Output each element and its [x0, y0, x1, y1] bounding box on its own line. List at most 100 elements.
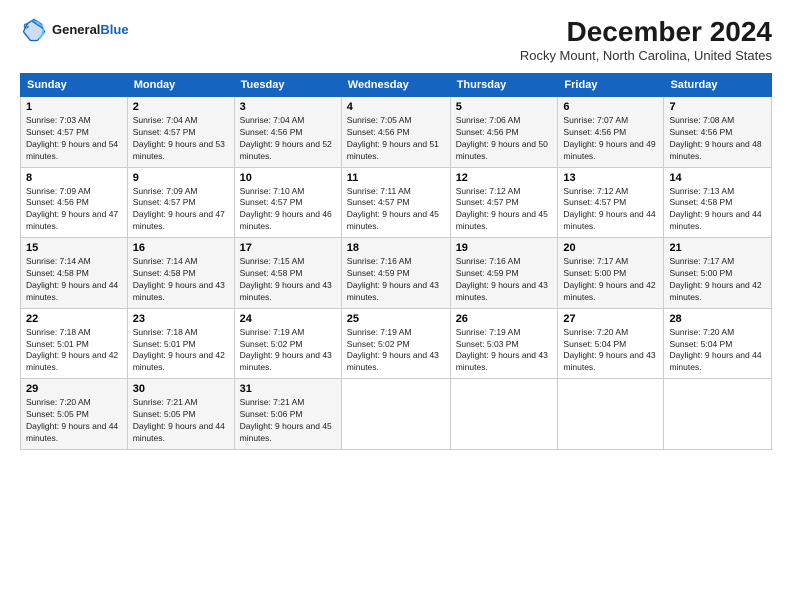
day-info: Sunrise: 7:12 AMSunset: 4:57 PMDaylight:… [456, 186, 553, 234]
day-number: 25 [347, 313, 445, 325]
calendar-cell: 2 Sunrise: 7:04 AMSunset: 4:57 PMDaylight… [127, 97, 234, 168]
calendar-cell: 20 Sunrise: 7:17 AMSunset: 5:00 PMDayligh… [558, 238, 664, 309]
calendar-cell: 26 Sunrise: 7:19 AMSunset: 5:03 PMDayligh… [450, 308, 558, 379]
header-day-tuesday: Tuesday [234, 74, 341, 97]
calendar-cell: 15 Sunrise: 7:14 AMSunset: 4:58 PMDayligh… [21, 238, 128, 309]
day-number: 26 [456, 313, 553, 325]
calendar-cell: 13 Sunrise: 7:12 AMSunset: 4:57 PMDayligh… [558, 167, 664, 238]
day-info: Sunrise: 7:17 AMSunset: 5:00 PMDaylight:… [669, 256, 766, 304]
header-day-sunday: Sunday [21, 74, 128, 97]
calendar-cell: 27Sunrise: 7:20 AMSunset: 5:04 PMDayligh… [558, 308, 664, 379]
header: G GeneralBlue December 2024 Rocky Mount,… [20, 16, 772, 63]
day-number: 5 [456, 101, 553, 113]
calendar-cell: 6Sunrise: 7:07 AMSunset: 4:56 PMDaylight… [558, 97, 664, 168]
day-info: Sunrise: 7:18 AMSunset: 5:01 PMDaylight:… [133, 327, 229, 375]
calendar-cell: 12 Sunrise: 7:12 AMSunset: 4:57 PMDayligh… [450, 167, 558, 238]
day-info: Sunrise: 7:19 AMSunset: 5:02 PMDaylight:… [347, 327, 445, 375]
calendar-cell [558, 379, 664, 450]
day-info: Sunrise: 7:04 AMSunset: 4:56 PMDaylight:… [240, 115, 336, 163]
subtitle: Rocky Mount, North Carolina, United Stat… [520, 48, 772, 63]
calendar-cell: 23 Sunrise: 7:18 AMSunset: 5:01 PMDayligh… [127, 308, 234, 379]
day-number: 30 [133, 383, 229, 395]
calendar-cell: 28Sunrise: 7:20 AMSunset: 5:04 PMDayligh… [664, 308, 772, 379]
day-info: Sunrise: 7:21 AMSunset: 5:05 PMDaylight:… [133, 397, 229, 445]
calendar-cell: 8Sunrise: 7:09 AMSunset: 4:56 PMDaylight… [21, 167, 128, 238]
day-info: Sunrise: 7:18 AMSunset: 5:01 PMDaylight:… [26, 327, 122, 375]
day-info: Sunrise: 7:08 AMSunset: 4:56 PMDaylight:… [669, 115, 766, 163]
day-number: 18 [347, 242, 445, 254]
day-info: Sunrise: 7:06 AMSunset: 4:56 PMDaylight:… [456, 115, 553, 163]
calendar: SundayMondayTuesdayWednesdayThursdayFrid… [20, 73, 772, 450]
day-info: Sunrise: 7:15 AMSunset: 4:58 PMDaylight:… [240, 256, 336, 304]
day-info: Sunrise: 7:14 AMSunset: 4:58 PMDaylight:… [133, 256, 229, 304]
day-number: 19 [456, 242, 553, 254]
day-number: 1 [26, 101, 122, 113]
day-number: 21 [669, 242, 766, 254]
calendar-cell: 19 Sunrise: 7:16 AMSunset: 4:59 PMDayligh… [450, 238, 558, 309]
day-number: 13 [563, 172, 658, 184]
day-info: Sunrise: 7:11 AMSunset: 4:57 PMDaylight:… [347, 186, 445, 234]
day-number: 20 [563, 242, 658, 254]
day-info: Sunrise: 7:12 AMSunset: 4:57 PMDaylight:… [563, 186, 658, 234]
day-number: 23 [133, 313, 229, 325]
day-info: Sunrise: 7:16 AMSunset: 4:59 PMDaylight:… [347, 256, 445, 304]
day-info: Sunrise: 7:09 AMSunset: 4:56 PMDaylight:… [26, 186, 122, 234]
logo-blue: Blue [100, 22, 128, 37]
calendar-cell: 5 Sunrise: 7:06 AMSunset: 4:56 PMDaylight… [450, 97, 558, 168]
calendar-cell: 16 Sunrise: 7:14 AMSunset: 4:58 PMDayligh… [127, 238, 234, 309]
logo-general: General [52, 22, 100, 37]
calendar-cell: 3 Sunrise: 7:04 AMSunset: 4:56 PMDaylight… [234, 97, 341, 168]
calendar-cell: 11 Sunrise: 7:11 AMSunset: 4:57 PMDayligh… [341, 167, 450, 238]
day-number: 27 [563, 313, 658, 325]
day-info: Sunrise: 7:07 AMSunset: 4:56 PMDaylight:… [563, 115, 658, 163]
svg-text:G: G [24, 23, 30, 30]
day-info: Sunrise: 7:14 AMSunset: 4:58 PMDaylight:… [26, 256, 122, 304]
day-number: 12 [456, 172, 553, 184]
day-number: 4 [347, 101, 445, 113]
calendar-cell: 21 Sunrise: 7:17 AMSunset: 5:00 PMDayligh… [664, 238, 772, 309]
day-info: Sunrise: 7:21 AMSunset: 5:06 PMDaylight:… [240, 397, 336, 445]
page: G GeneralBlue December 2024 Rocky Mount,… [0, 0, 792, 612]
calendar-cell: 31 Sunrise: 7:21 AMSunset: 5:06 PMDayligh… [234, 379, 341, 450]
day-info: Sunrise: 7:04 AMSunset: 4:57 PMDaylight:… [133, 115, 229, 163]
day-info: Sunrise: 7:17 AMSunset: 5:00 PMDaylight:… [563, 256, 658, 304]
header-day-saturday: Saturday [664, 74, 772, 97]
logo: G GeneralBlue [20, 16, 129, 44]
calendar-cell: 17 Sunrise: 7:15 AMSunset: 4:58 PMDayligh… [234, 238, 341, 309]
calendar-cell: 18 Sunrise: 7:16 AMSunset: 4:59 PMDayligh… [341, 238, 450, 309]
calendar-cell: 14Sunrise: 7:13 AMSunset: 4:58 PMDayligh… [664, 167, 772, 238]
day-number: 22 [26, 313, 122, 325]
day-number: 29 [26, 383, 122, 395]
calendar-cell: 22 Sunrise: 7:18 AMSunset: 5:01 PMDayligh… [21, 308, 128, 379]
calendar-cell [664, 379, 772, 450]
day-number: 11 [347, 172, 445, 184]
calendar-cell: 29 Sunrise: 7:20 AMSunset: 5:05 PMDayligh… [21, 379, 128, 450]
day-info: Sunrise: 7:16 AMSunset: 4:59 PMDaylight:… [456, 256, 553, 304]
calendar-cell: 4Sunrise: 7:05 AMSunset: 4:56 PMDaylight… [341, 97, 450, 168]
header-day-thursday: Thursday [450, 74, 558, 97]
title-block: December 2024 Rocky Mount, North Carolin… [520, 16, 772, 63]
day-info: Sunrise: 7:19 AMSunset: 5:02 PMDaylight:… [240, 327, 336, 375]
day-number: 10 [240, 172, 336, 184]
calendar-cell: 25 Sunrise: 7:19 AMSunset: 5:02 PMDayligh… [341, 308, 450, 379]
day-info: Sunrise: 7:19 AMSunset: 5:03 PMDaylight:… [456, 327, 553, 375]
day-number: 3 [240, 101, 336, 113]
day-number: 24 [240, 313, 336, 325]
calendar-cell: 1 Sunrise: 7:03 AMSunset: 4:57 PMDaylight… [21, 97, 128, 168]
day-number: 15 [26, 242, 122, 254]
header-day-wednesday: Wednesday [341, 74, 450, 97]
day-info: Sunrise: 7:09 AMSunset: 4:57 PMDaylight:… [133, 186, 229, 234]
header-day-monday: Monday [127, 74, 234, 97]
calendar-cell: 30 Sunrise: 7:21 AMSunset: 5:05 PMDayligh… [127, 379, 234, 450]
day-info: Sunrise: 7:03 AMSunset: 4:57 PMDaylight:… [26, 115, 122, 163]
day-info: Sunrise: 7:13 AMSunset: 4:58 PMDaylight:… [669, 186, 766, 234]
calendar-cell: 9 Sunrise: 7:09 AMSunset: 4:57 PMDaylight… [127, 167, 234, 238]
day-info: Sunrise: 7:20 AMSunset: 5:04 PMDaylight:… [669, 327, 766, 375]
day-info: Sunrise: 7:20 AMSunset: 5:05 PMDaylight:… [26, 397, 122, 445]
calendar-cell: 7Sunrise: 7:08 AMSunset: 4:56 PMDaylight… [664, 97, 772, 168]
day-number: 17 [240, 242, 336, 254]
day-number: 16 [133, 242, 229, 254]
day-number: 2 [133, 101, 229, 113]
day-number: 31 [240, 383, 336, 395]
day-number: 9 [133, 172, 229, 184]
